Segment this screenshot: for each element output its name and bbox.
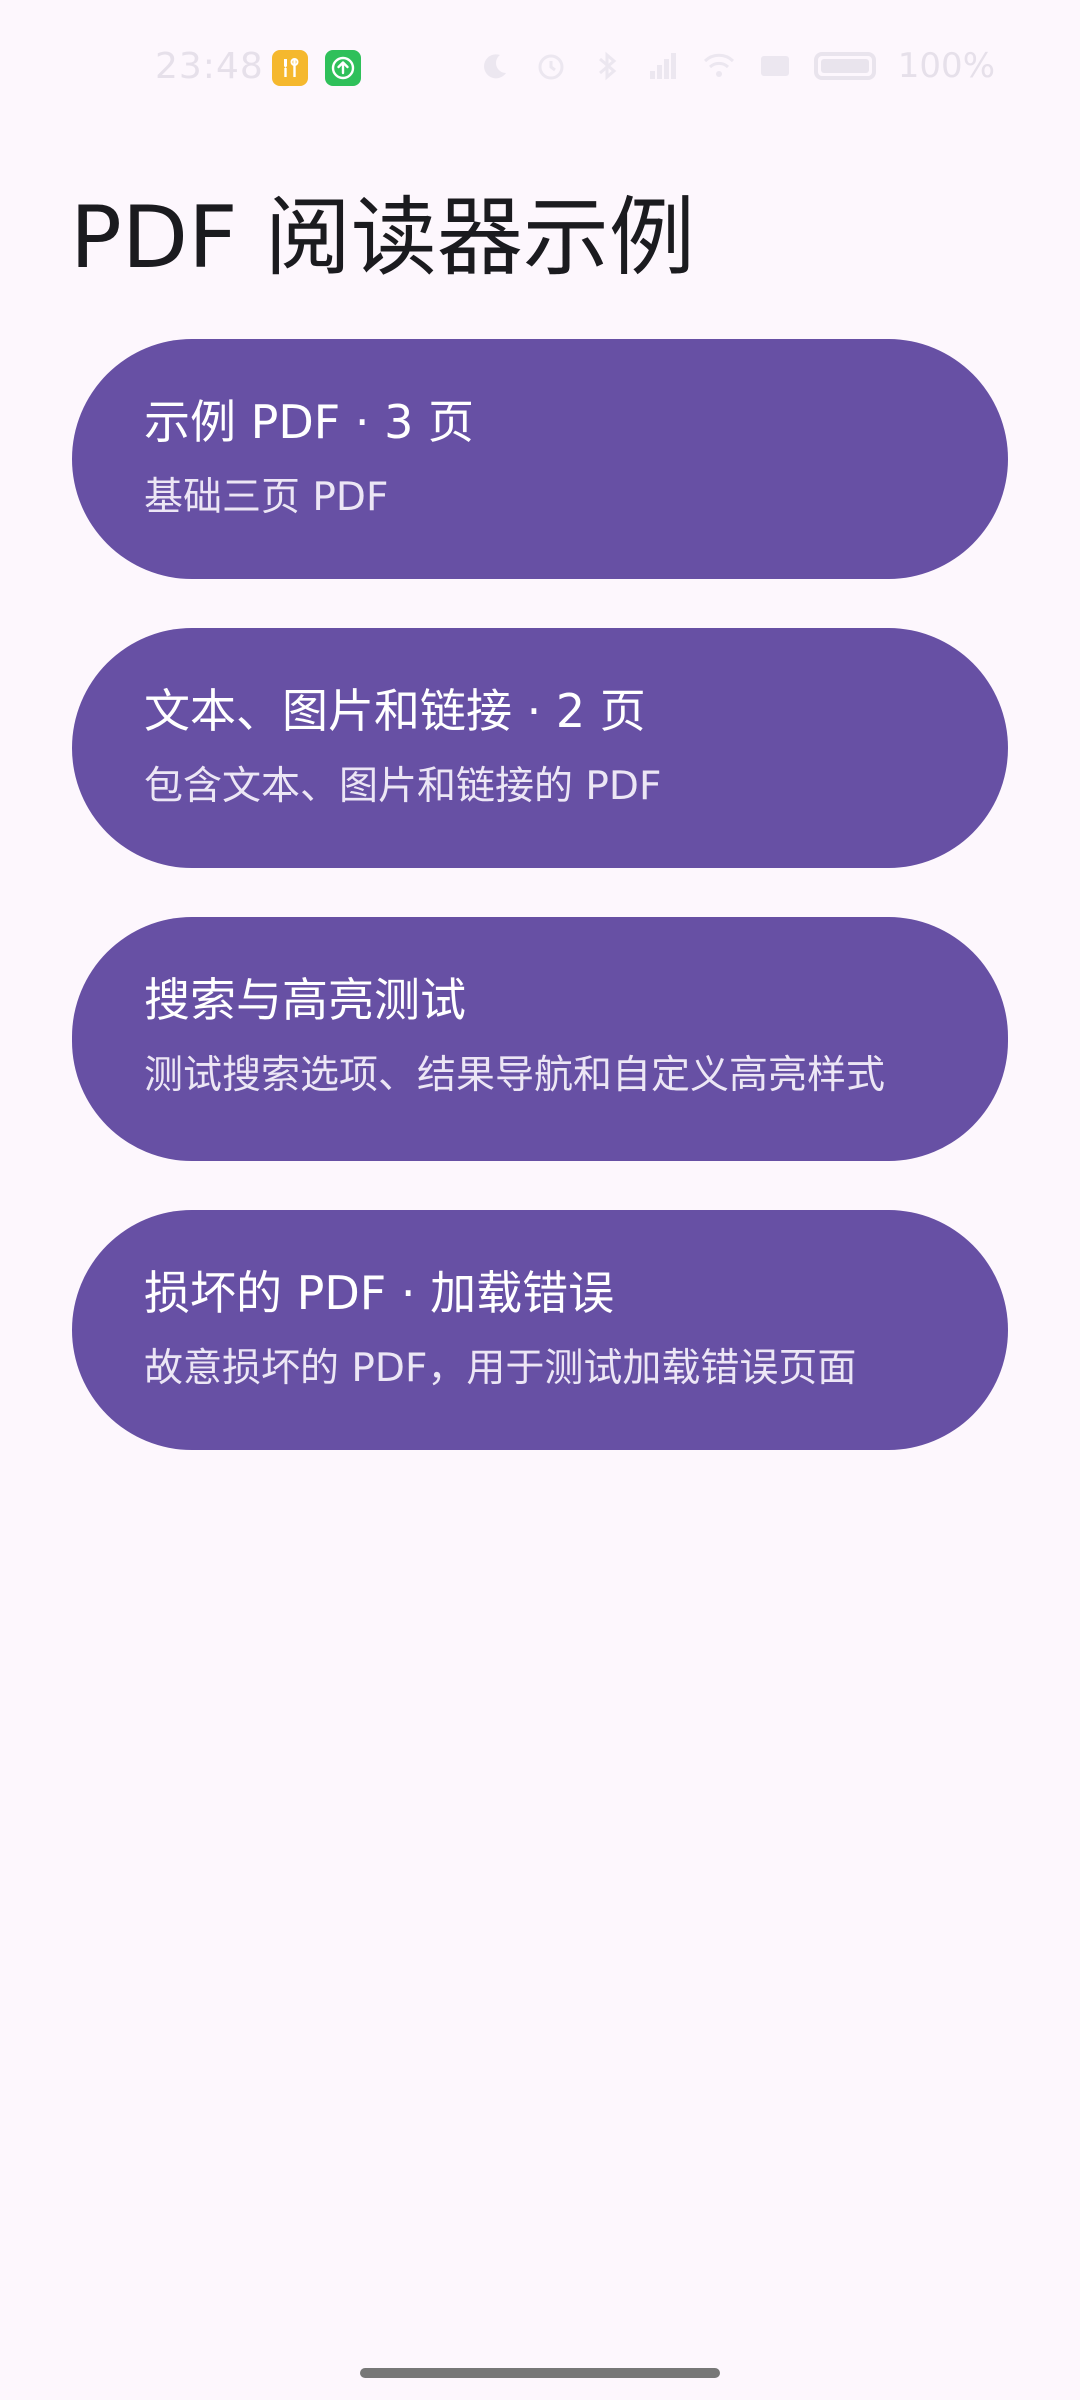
screen-cast-icon	[760, 56, 789, 76]
status-time: 23:48	[155, 46, 264, 87]
moon-icon	[483, 54, 506, 79]
pdf-sample-card[interactable]: 文本、图片和链接 · 2 页 包含文本、图片和链接的 PDF	[72, 628, 1008, 868]
card-title: 损坏的 PDF · 加载错误	[144, 1266, 615, 1320]
status-icons: 100%	[478, 46, 995, 86]
sim-signal-icon	[649, 53, 676, 79]
gesture-nav-bar[interactable]	[360, 2368, 720, 2378]
page-title: PDF 阅读器示例	[70, 188, 695, 288]
upload-icon	[325, 50, 361, 86]
alarm-icon	[538, 54, 564, 80]
bluetooth-icon	[598, 51, 617, 81]
card-subtitle: 基础三页 PDF	[144, 475, 389, 520]
card-title: 搜索与高亮测试	[144, 973, 466, 1027]
card-title: 文本、图片和链接 · 2 页	[144, 684, 646, 738]
card-subtitle: 故意损坏的 PDF，用于测试加载错误页面	[144, 1346, 857, 1391]
tools-app-icon	[272, 50, 308, 86]
battery-percent: 100%	[897, 46, 995, 86]
pdf-sample-list: 示例 PDF · 3 页 基础三页 PDF 文本、图片和链接 · 2 页 包含文…	[72, 339, 1008, 1499]
pdf-sample-card[interactable]: 损坏的 PDF · 加载错误 故意损坏的 PDF，用于测试加载错误页面	[72, 1210, 1008, 1450]
status-bar: 23:48 100%	[0, 0, 1080, 140]
pdf-sample-card[interactable]: 搜索与高亮测试 测试搜索选项、结果导航和自定义高亮样式	[72, 917, 1008, 1161]
card-subtitle: 包含文本、图片和链接的 PDF	[144, 764, 662, 809]
wifi-icon	[703, 53, 734, 77]
battery-icon	[813, 52, 876, 80]
card-title: 示例 PDF · 3 页	[144, 395, 474, 449]
pdf-sample-card[interactable]: 示例 PDF · 3 页 基础三页 PDF	[72, 339, 1008, 579]
card-subtitle: 测试搜索选项、结果导航和自定义高亮样式	[144, 1053, 886, 1098]
